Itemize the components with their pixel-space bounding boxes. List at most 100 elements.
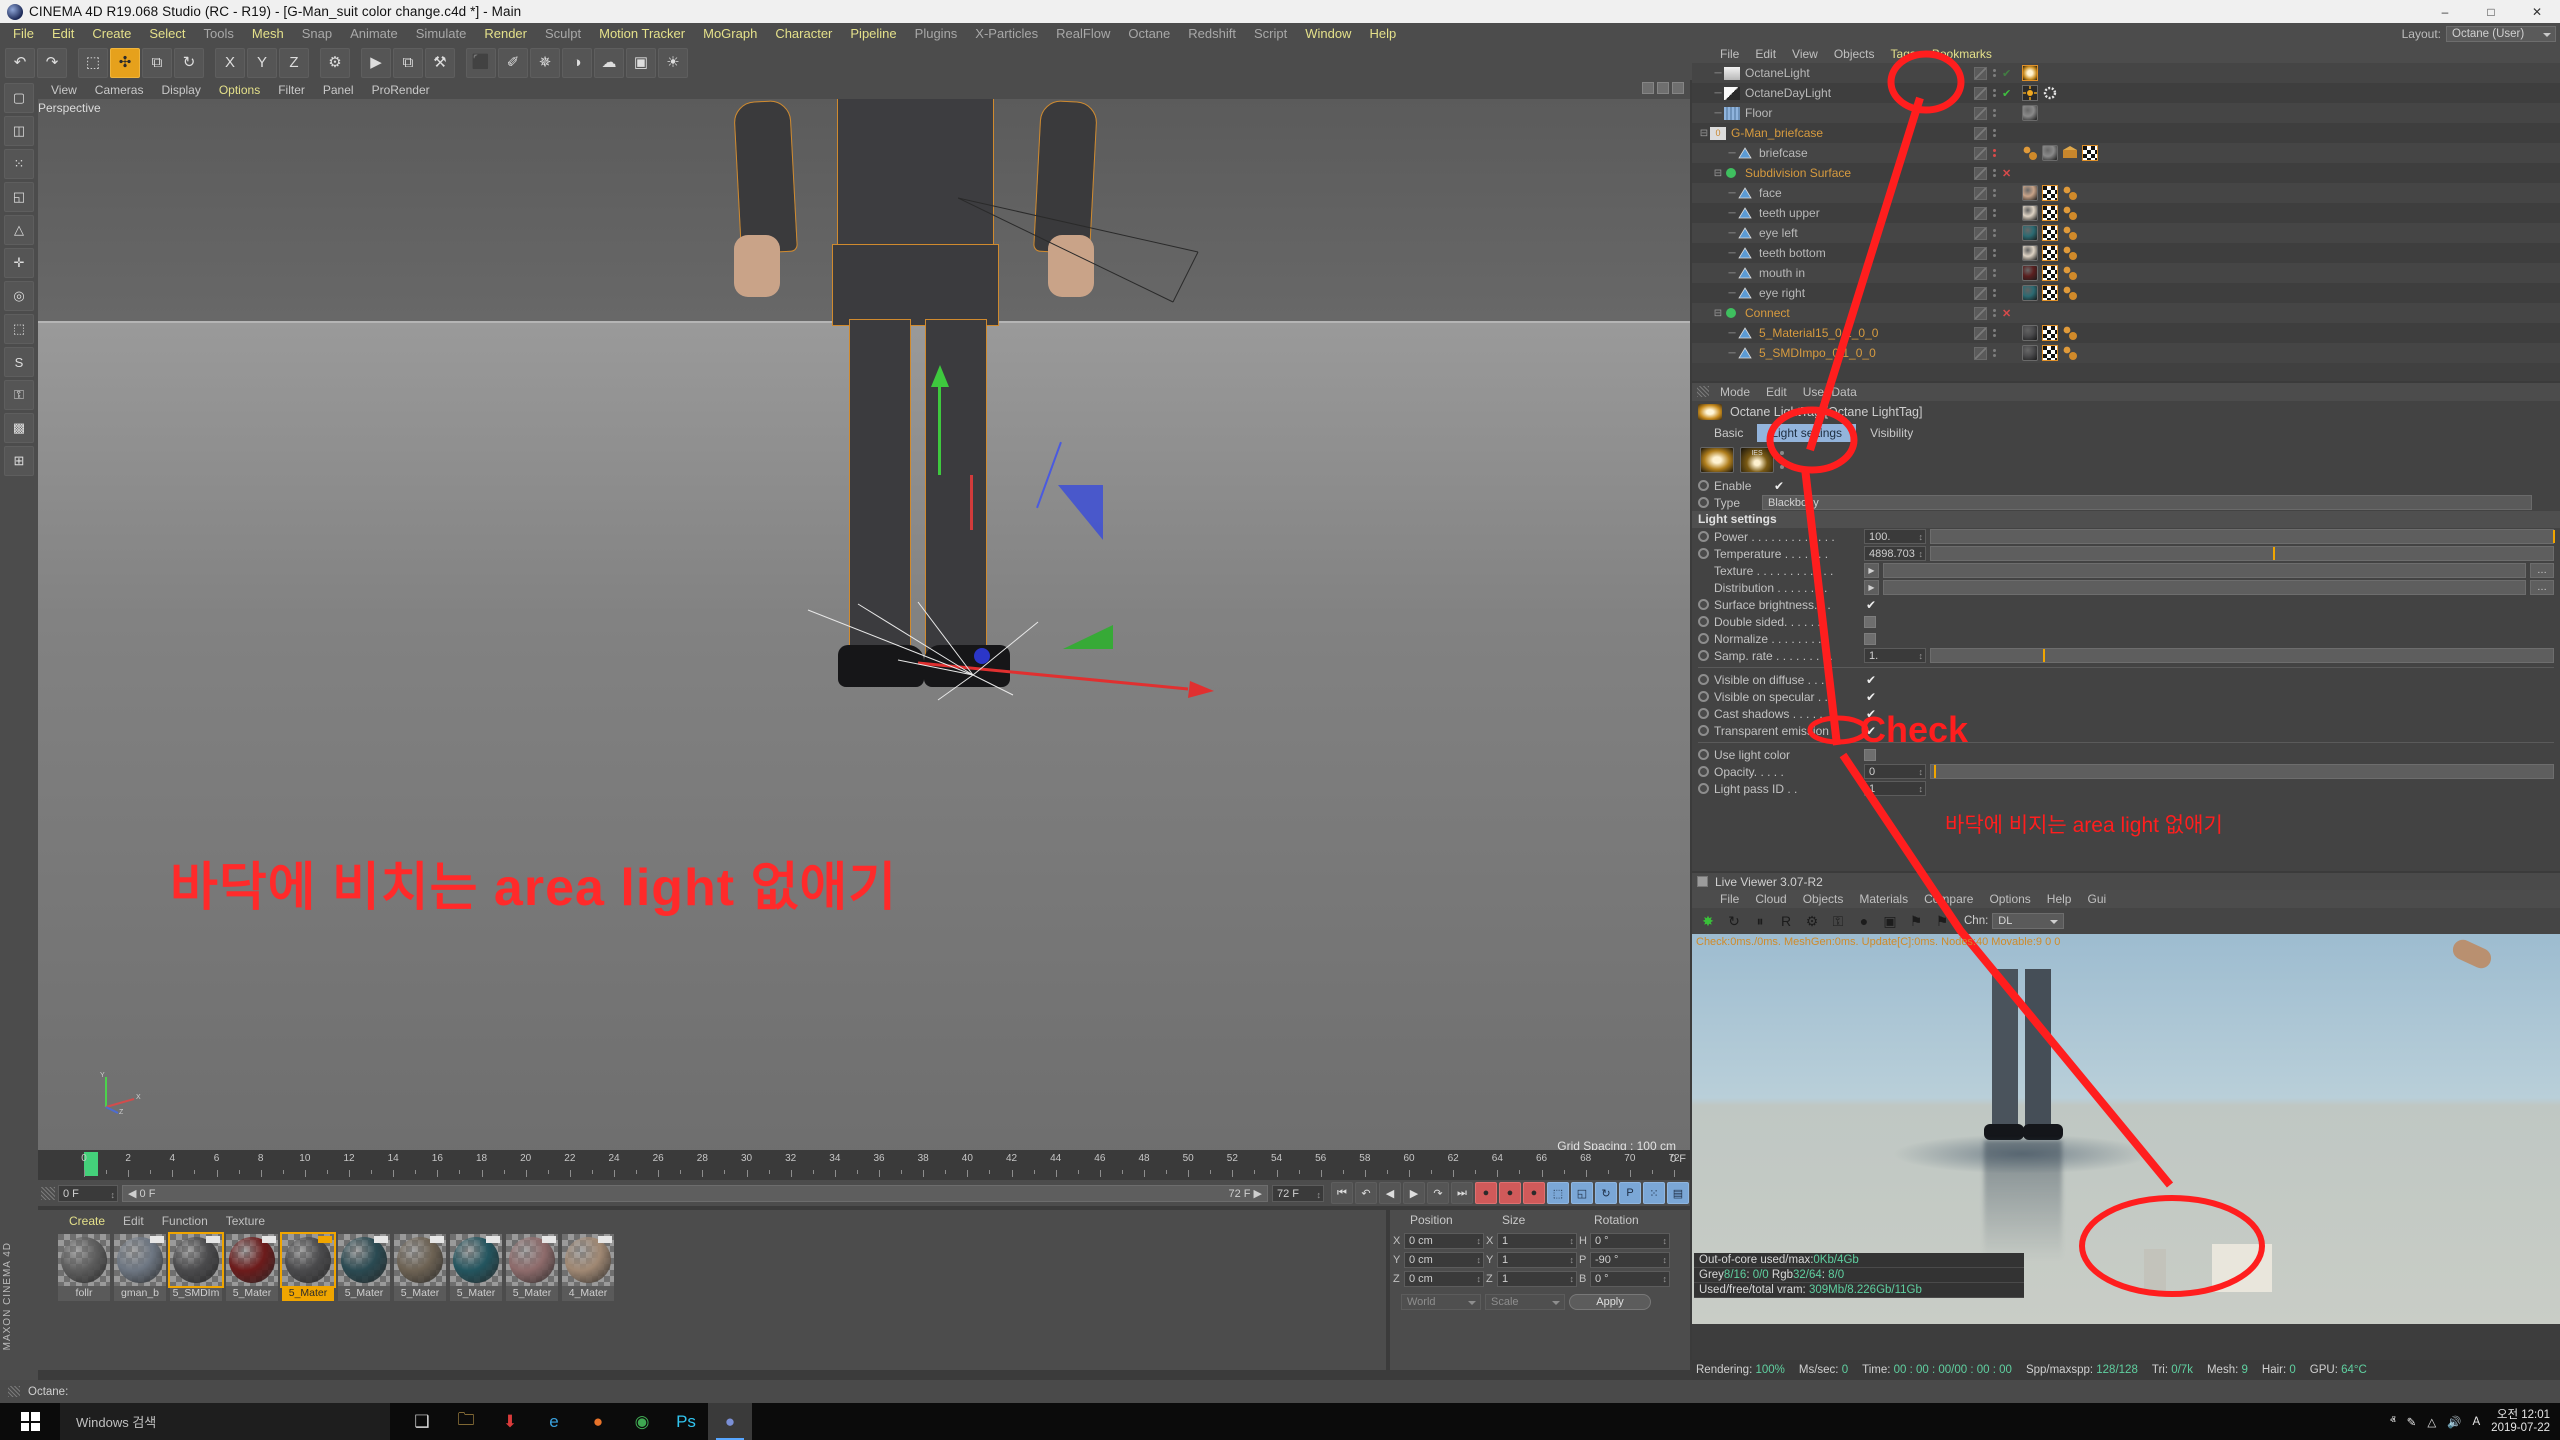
taskbar-clock[interactable]: 오전 12:01 2019-07-22: [2491, 1409, 2550, 1435]
visibility-toggle-icon[interactable]: [1974, 206, 1987, 220]
tag-sphere-icon[interactable]: [2022, 105, 2038, 121]
object-visibility-column[interactable]: [1974, 223, 1999, 243]
object-row[interactable]: ⊟ Subdivision Surface ✕: [1692, 163, 2560, 183]
menu-item-x-particles[interactable]: X-Particles: [966, 23, 1047, 45]
visibility-dots-icon[interactable]: [1990, 229, 1999, 237]
light-preset-row[interactable]: [1692, 443, 2560, 477]
tree-expand-icon[interactable]: ─: [1726, 228, 1738, 239]
field-checkmark-icon[interactable]: ✔: [1866, 724, 1876, 738]
tag-checker-icon[interactable]: [2042, 245, 2058, 261]
tray-pen-icon[interactable]: ✎: [2407, 1415, 2417, 1429]
visibility-toggle-icon[interactable]: [1974, 286, 1987, 300]
attr-field-row[interactable]: Surface brightness. . . ✔: [1692, 596, 2560, 613]
channel-selector[interactable]: Chn: DL: [1964, 913, 2065, 929]
object-row[interactable]: ─ teeth bottom: [1692, 243, 2560, 263]
object-row[interactable]: ─ 5_Material15_0.1_0_0: [1692, 323, 2560, 343]
toolbar-generator-button[interactable]: ✵: [530, 47, 560, 78]
live-viewer-render-canvas[interactable]: Check:0ms./0ms. MeshGen:0ms. Update[C]:0…: [1692, 934, 2560, 1324]
material-item[interactable]: 5_Mater: [338, 1234, 390, 1301]
object-row[interactable]: ─ 5_SMDImpo_0.1_0_0: [1692, 343, 2560, 363]
tag-checker-icon[interactable]: [2042, 185, 2058, 201]
object-visibility-column[interactable]: [1974, 203, 1999, 223]
key-rotation-key-button[interactable]: ↻: [1595, 1182, 1617, 1204]
field-slider[interactable]: [1930, 764, 2554, 779]
tag-eye-icon[interactable]: [2022, 285, 2038, 301]
maximize-button[interactable]: □: [2468, 0, 2514, 23]
perspective-viewport[interactable]: Grid Spacing : 100 cm Y X Z View Cameras D…: [38, 80, 1690, 1165]
object-tags[interactable]: [2022, 265, 2078, 281]
material-item[interactable]: 5_Mater: [450, 1234, 502, 1301]
visibility-dots-icon[interactable]: [1990, 349, 1999, 357]
viewport-menu-options[interactable]: Options: [210, 83, 269, 97]
tag-teeth-icon[interactable]: [2022, 245, 2038, 261]
viewport-menu-filter[interactable]: Filter: [269, 83, 314, 97]
tree-expand-icon[interactable]: ─: [1712, 88, 1724, 99]
visibility-dots-icon[interactable]: [1990, 69, 1999, 77]
layout-selector[interactable]: Layout: Octane (User): [2402, 23, 2556, 45]
toolbar-redo-button[interactable]: ↷: [37, 47, 67, 78]
tray-volume-icon[interactable]: 🔊: [2447, 1415, 2461, 1429]
enabled-check-icon[interactable]: ✔: [2002, 87, 2011, 100]
toolbar-camera-button[interactable]: ▣: [626, 47, 656, 78]
disabled-x-icon[interactable]: ✕: [2002, 167, 2011, 180]
viewport-menu-display[interactable]: Display: [152, 83, 209, 97]
object-visibility-column[interactable]: [1974, 283, 1999, 303]
toolbar-lock-z-button[interactable]: Z: [279, 47, 309, 78]
tree-expand-icon[interactable]: ─: [1726, 328, 1738, 339]
lv-refresh-button[interactable]: ↻: [1724, 911, 1744, 931]
material-item[interactable]: 5_Mater: [506, 1234, 558, 1301]
visibility-dots-icon[interactable]: [1990, 289, 1999, 297]
menu-item-plugins[interactable]: Plugins: [906, 23, 967, 45]
menu-item-render[interactable]: Render: [475, 23, 536, 45]
tree-expand-icon[interactable]: ─: [1726, 148, 1738, 159]
material-thumbnail[interactable]: [58, 1234, 110, 1286]
toolbar-scale-button[interactable]: ⧉: [142, 47, 172, 78]
material-thumbnail[interactable]: [506, 1234, 558, 1286]
menu-item-character[interactable]: Character: [766, 23, 841, 45]
object-visibility-column[interactable]: ✔: [1974, 83, 2011, 103]
lv-menu-objects[interactable]: Objects: [1795, 892, 1852, 906]
taskbar-photoshop-button[interactable]: Ps: [664, 1403, 708, 1440]
key-timeline-view-button[interactable]: ▤: [1667, 1182, 1689, 1204]
object-visibility-column[interactable]: [1974, 123, 1999, 143]
visibility-toggle-icon[interactable]: [1974, 146, 1987, 160]
tag-mat-icon[interactable]: [2062, 245, 2078, 261]
menu-item-motion-tracker[interactable]: Motion Tracker: [590, 23, 694, 45]
tag-checker-icon[interactable]: [2042, 205, 2058, 221]
channel-dropdown[interactable]: DL: [1992, 913, 2065, 929]
size-y-field[interactable]: 1: [1497, 1251, 1577, 1268]
record-keyframe-selection-button[interactable]: ●: [1523, 1182, 1545, 1204]
objmgr-menu-bookmarks[interactable]: Bookmarks: [1924, 47, 2000, 61]
toolbar-render-settings-button[interactable]: ⚒: [425, 47, 455, 78]
object-visibility-column[interactable]: [1974, 103, 1999, 123]
toolbar-spline-pen-button[interactable]: ✐: [498, 47, 528, 78]
field-checkbox[interactable]: [1864, 748, 1876, 761]
toolbar-bend-deformer-button[interactable]: ◑: [562, 47, 592, 78]
material-thumbnail[interactable]: [338, 1234, 390, 1286]
lv-octane-render-start-button[interactable]: ✸: [1698, 911, 1718, 931]
object-visibility-column[interactable]: ✔: [1974, 63, 2011, 83]
viewport-maximize-icon[interactable]: [1672, 82, 1684, 94]
tag-mouth-icon[interactable]: [2022, 265, 2038, 281]
toolbar-live-selection-button[interactable]: ⬚: [78, 47, 108, 78]
key-param-key-button[interactable]: P: [1619, 1182, 1641, 1204]
object-tags[interactable]: [2022, 325, 2078, 341]
field-checkmark-icon[interactable]: ✔: [1866, 598, 1876, 612]
live-viewer-toolbar[interactable]: ✸ ↻ ⏸ R ⚙ ⚿ ● ▣ ⚑ ⚑ Chn: DL: [1692, 908, 2560, 934]
position-z-field[interactable]: 0 cm: [1404, 1270, 1484, 1287]
viewport-menu-panel[interactable]: Panel: [314, 83, 363, 97]
object-visibility-column[interactable]: [1974, 183, 1999, 203]
tag-sun-icon[interactable]: [2022, 85, 2038, 101]
transport-step-forward-button[interactable]: ↷: [1427, 1182, 1449, 1204]
attr-field-row[interactable]: Visible on diffuse . . . ✔: [1692, 671, 2560, 688]
left-snap-toggle-button[interactable]: S: [4, 347, 34, 377]
light-bottom-fields[interactable]: Use light colorOpacity. . . . .0Light pa…: [1692, 746, 2560, 797]
object-row[interactable]: ─ eye right: [1692, 283, 2560, 303]
tag-mat-icon[interactable]: [2022, 145, 2038, 161]
attr-field-row[interactable]: Visible on specular . . ✔: [1692, 688, 2560, 705]
position-y-field[interactable]: 0 cm: [1404, 1251, 1484, 1268]
menu-item-help[interactable]: Help: [1360, 23, 1405, 45]
lv-menu-compare[interactable]: Compare: [1916, 892, 1981, 906]
visibility-toggle-icon[interactable]: [1974, 326, 1987, 340]
texture-slot[interactable]: [1883, 580, 2526, 595]
